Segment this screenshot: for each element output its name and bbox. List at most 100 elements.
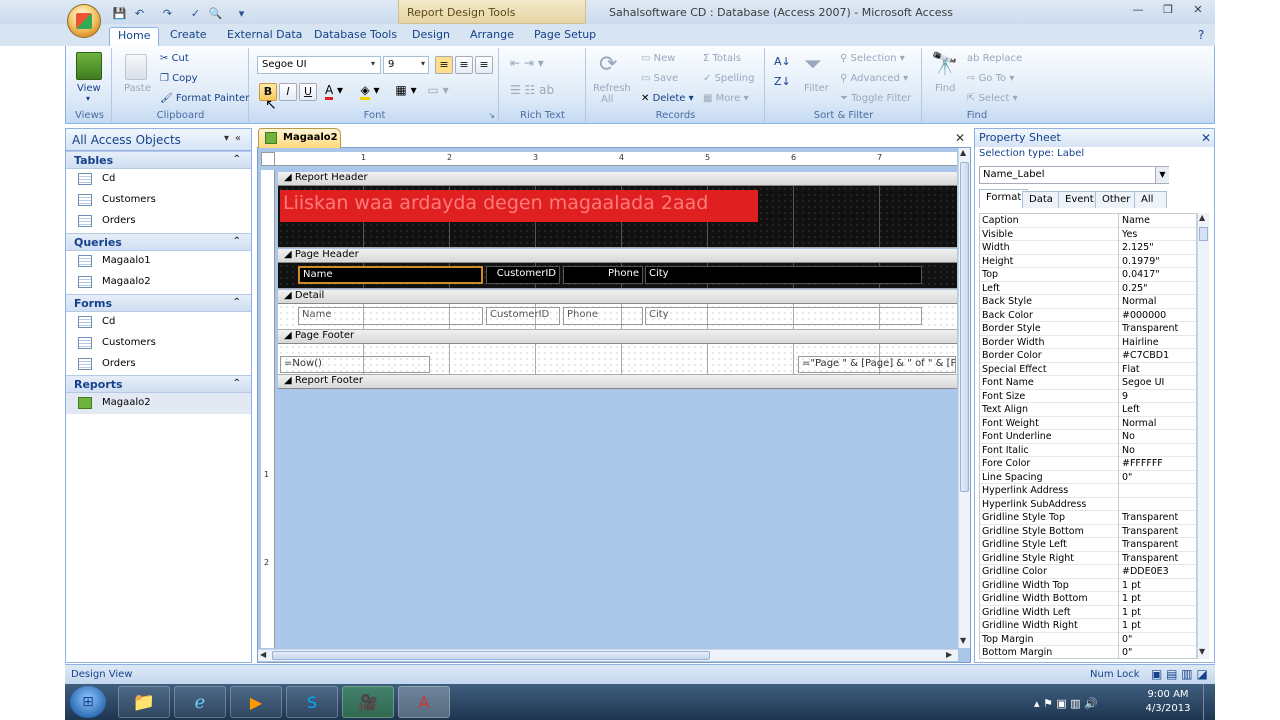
- help-icon[interactable]: ?: [1198, 28, 1204, 42]
- property-row[interactable]: Gridline Width Right 1 pt: [980, 619, 1196, 633]
- property-row[interactable]: Gridline Style Top Transparent: [980, 511, 1196, 525]
- section-bar-detail[interactable]: ◢ Detail: [278, 290, 957, 304]
- scroll-left-icon[interactable]: ◀: [260, 650, 266, 659]
- gridlines-button[interactable]: ▦ ▾: [391, 83, 421, 101]
- property-row[interactable]: Gridline Style Right Transparent: [980, 551, 1196, 565]
- ps-tab-format[interactable]: Format: [979, 189, 1029, 208]
- property-row[interactable]: Gridline Style Bottom Transparent: [980, 524, 1196, 538]
- nav-item-report-magaalo2[interactable]: Magaalo2: [66, 393, 251, 414]
- font-dialog-launcher-icon[interactable]: ↘: [488, 111, 495, 120]
- delete-record-button[interactable]: ✕ Delete ▾: [641, 93, 694, 104]
- nav-item-query-magaalo2[interactable]: Magaalo2: [66, 272, 251, 293]
- font-color-button[interactable]: A ▾: [319, 83, 349, 101]
- collapse-icon[interactable]: ⌃: [233, 236, 241, 247]
- nav-item-table-orders[interactable]: Orders: [66, 211, 251, 232]
- align-center-icon[interactable]: ≡: [455, 56, 473, 74]
- nav-item-query-magaalo1[interactable]: Magaalo1: [66, 251, 251, 272]
- sort-ascending-icon[interactable]: A↓ Z↓: [774, 52, 791, 92]
- property-value[interactable]: 0.0417": [1118, 268, 1196, 282]
- property-row[interactable]: Border Color #C7CBD1: [980, 349, 1196, 363]
- ps-tab-other[interactable]: Other: [1095, 191, 1138, 208]
- cut-button[interactable]: ✂ Cut: [160, 53, 189, 64]
- tab-arrange[interactable]: Arrange: [462, 27, 522, 46]
- property-row[interactable]: Back Style Normal: [980, 295, 1196, 309]
- view-icon[interactable]: [76, 52, 102, 80]
- section-bar-report-footer[interactable]: ◢ Report Footer: [278, 375, 957, 389]
- property-value[interactable]: Normal: [1118, 416, 1196, 430]
- taskbar-access[interactable]: A: [398, 686, 450, 718]
- property-value[interactable]: 0": [1118, 646, 1196, 658]
- toggle-filter-button[interactable]: ⏷ Toggle Filter: [840, 93, 911, 104]
- taskbar-explorer[interactable]: 📁: [118, 686, 170, 718]
- property-row[interactable]: Gridline Width Bottom 1 pt: [980, 592, 1196, 606]
- font-size-dropdown-icon[interactable]: ▾: [421, 59, 425, 68]
- nav-section-reports[interactable]: Reports ⌃: [66, 375, 251, 393]
- undo-icon[interactable]: ↶: [132, 6, 147, 21]
- property-row[interactable]: Font Underline No: [980, 430, 1196, 444]
- view-switcher-icons[interactable]: ▣ ▤ ▥ ◪: [1151, 667, 1208, 681]
- system-clock[interactable]: 9:00 AM 4/3/2013: [1138, 688, 1198, 716]
- office-button[interactable]: [67, 4, 101, 38]
- alternate-fill-button[interactable]: ▭ ▾: [423, 83, 453, 101]
- property-value[interactable]: Yes: [1118, 227, 1196, 241]
- property-row[interactable]: Top Margin 0": [980, 632, 1196, 646]
- name-label[interactable]: Name: [298, 266, 483, 284]
- spelling-button[interactable]: ✓ Spelling: [703, 73, 754, 84]
- nav-item-form-cd[interactable]: Cd: [66, 312, 251, 333]
- tab-page-setup[interactable]: Page Setup: [526, 27, 604, 46]
- filter-icon[interactable]: ⏷: [804, 52, 822, 77]
- property-row[interactable]: Width 2.125": [980, 241, 1196, 255]
- property-row[interactable]: Font Name Segoe UI: [980, 376, 1196, 390]
- report-title-label[interactable]: Liiskan waa ardayda degen magaalada 2aad: [280, 190, 758, 222]
- paste-icon[interactable]: [125, 54, 147, 80]
- scroll-down-icon[interactable]: ▼: [960, 636, 966, 645]
- band-report-header[interactable]: Liiskan waa ardayda degen magaalada 2aad: [278, 186, 957, 248]
- property-value[interactable]: 1 pt: [1118, 619, 1196, 633]
- collapse-icon[interactable]: ⌃: [233, 154, 241, 165]
- property-value[interactable]: Left: [1118, 403, 1196, 417]
- band-detail[interactable]: Name CustomerID Phone City: [278, 304, 957, 330]
- new-record-button[interactable]: ▭ New: [641, 53, 675, 64]
- tab-design[interactable]: Design: [404, 27, 458, 46]
- filter-button[interactable]: Filter: [804, 83, 829, 94]
- band-page-header[interactable]: Name CustomerID Phone City: [278, 263, 957, 289]
- tab-create[interactable]: Create: [162, 27, 215, 46]
- list-icons[interactable]: ☰ ☷ ab: [510, 83, 554, 97]
- close-document-icon[interactable]: ✕: [955, 131, 965, 145]
- nav-pane-header[interactable]: All Access Objects ▾ «: [66, 129, 251, 151]
- tray-icons[interactable]: ▴ ⚑ ▣ ▥ 🔊: [1034, 697, 1098, 710]
- scroll-thumb[interactable]: [960, 162, 969, 492]
- property-value[interactable]: Flat: [1118, 362, 1196, 376]
- page-number-textbox[interactable]: ="Page " & [Page] & " of " & [Page: [798, 356, 956, 373]
- property-row[interactable]: Gridline Width Left 1 pt: [980, 605, 1196, 619]
- horizontal-scrollbar[interactable]: ◀ ▶: [258, 649, 958, 661]
- property-value[interactable]: Hairline: [1118, 335, 1196, 349]
- phone-textbox[interactable]: Phone: [563, 307, 643, 325]
- vertical-scrollbar[interactable]: ▲ ▼: [958, 148, 970, 648]
- refresh-icon[interactable]: ⟳: [599, 52, 617, 77]
- scroll-right-icon[interactable]: ▶: [946, 650, 952, 659]
- property-value[interactable]: Transparent: [1118, 322, 1196, 336]
- view-dropdown-icon[interactable]: ▾: [86, 94, 90, 103]
- taskbar-recorder[interactable]: 🎥: [342, 686, 394, 718]
- property-row[interactable]: Hyperlink Address: [980, 484, 1196, 498]
- nav-section-queries[interactable]: Queries ⌃: [66, 233, 251, 251]
- property-row[interactable]: Gridline Width Top 1 pt: [980, 578, 1196, 592]
- property-value[interactable]: 0.1979": [1118, 254, 1196, 268]
- section-bar-page-footer[interactable]: ◢ Page Footer: [278, 330, 957, 344]
- property-row[interactable]: Gridline Style Left Transparent: [980, 538, 1196, 552]
- property-row[interactable]: Back Color #000000: [980, 308, 1196, 322]
- property-value[interactable]: Name: [1118, 214, 1196, 228]
- property-row[interactable]: Visible Yes: [980, 227, 1196, 241]
- more-button[interactable]: ▦ More ▾: [703, 93, 749, 104]
- advanced-button[interactable]: ⚲ Advanced ▾: [840, 73, 908, 84]
- tab-home[interactable]: Home: [109, 27, 160, 46]
- property-row[interactable]: Border Style Transparent: [980, 322, 1196, 336]
- property-value[interactable]: 0": [1118, 632, 1196, 646]
- property-row[interactable]: Left 0.25": [980, 281, 1196, 295]
- nav-menu-dropdown-icon[interactable]: ▾: [224, 133, 229, 144]
- restore-icon[interactable]: ❐: [1156, 3, 1180, 19]
- property-row[interactable]: Hyperlink SubAddress: [980, 497, 1196, 511]
- property-row[interactable]: Text Align Left: [980, 403, 1196, 417]
- replace-button[interactable]: ab Replace: [967, 53, 1022, 64]
